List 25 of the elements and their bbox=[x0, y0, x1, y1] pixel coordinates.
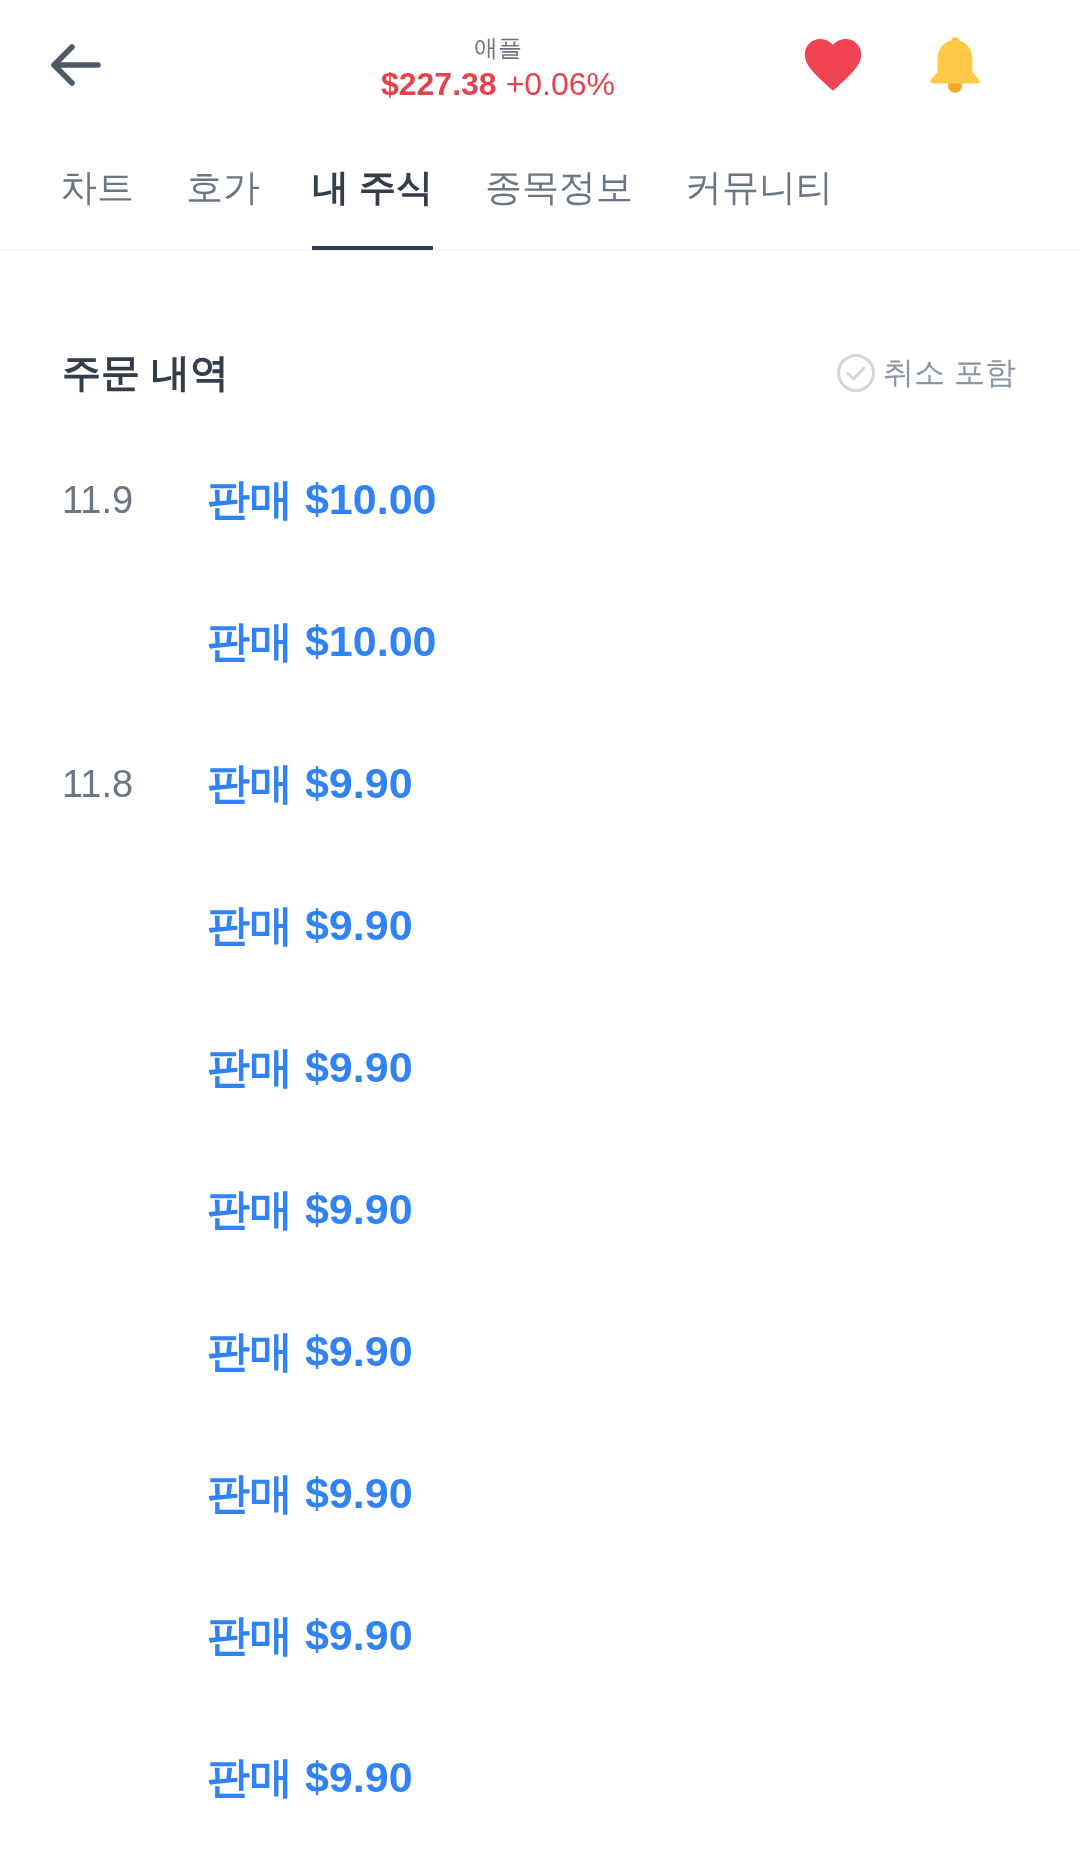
order-summary[interactable]: 판매 $10.00 bbox=[207, 613, 437, 671]
order-summary[interactable]: 판매 $9.90 bbox=[207, 1323, 413, 1381]
order-date: 11.9 bbox=[62, 478, 134, 522]
order-summary[interactable]: 판매 $9.90 bbox=[207, 1607, 413, 1665]
order-summary[interactable]: 판매 $10.00 bbox=[207, 471, 437, 529]
order-summary[interactable]: 판매 $9.90 bbox=[207, 1749, 413, 1807]
bell-icon[interactable] bbox=[928, 37, 982, 93]
tab[interactable]: 호가 bbox=[186, 130, 260, 250]
tab[interactable]: 내 주식 bbox=[312, 130, 434, 250]
tab[interactable]: 커뮤니티 bbox=[685, 130, 834, 250]
order-date: 11.8 bbox=[62, 762, 134, 806]
stock-price: $227.38 bbox=[380, 65, 497, 104]
order-summary[interactable]: 판매 $9.90 bbox=[207, 1181, 413, 1239]
order-summary[interactable]: 판매 $9.90 bbox=[207, 755, 413, 813]
section-title: 주문 내역 bbox=[62, 350, 229, 396]
order-summary[interactable]: 판매 $9.90 bbox=[207, 1465, 413, 1523]
heart-icon[interactable] bbox=[804, 39, 862, 91]
order-summary[interactable]: 판매 $9.90 bbox=[207, 1039, 413, 1097]
back-arrow-icon[interactable] bbox=[48, 42, 102, 88]
tab[interactable]: 종목정보 bbox=[485, 130, 634, 250]
tab[interactable]: 차트 bbox=[60, 130, 134, 250]
include-cancelled-toggle[interactable]: 취소 포함 bbox=[837, 352, 1016, 394]
stock-name: 애플 bbox=[474, 33, 522, 63]
order-summary[interactable]: 판매 $9.90 bbox=[207, 897, 413, 955]
price-change: +0.06% bbox=[505, 65, 616, 104]
